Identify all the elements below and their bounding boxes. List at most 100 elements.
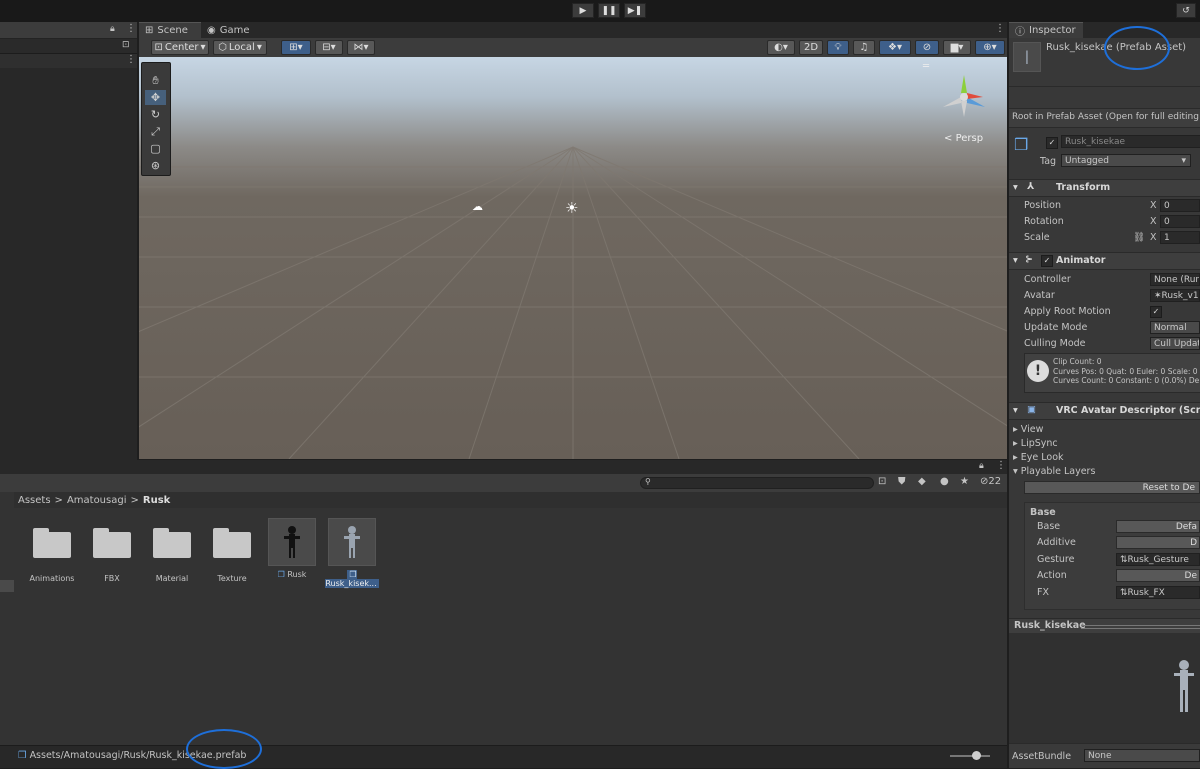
tag-dropdown[interactable]: Untagged ▾ — [1061, 154, 1191, 167]
fx-controller-field[interactable]: ⇅ Rusk_FX — [1116, 586, 1200, 599]
foldout-playable-layers[interactable]: ▾ Playable Layers — [1009, 464, 1200, 480]
asset-folder-material[interactable]: Material — [144, 518, 200, 583]
controller-field[interactable]: None (Runt — [1150, 273, 1200, 286]
camera-dropdown[interactable]: ▆▾ — [943, 40, 971, 55]
gizmos-dropdown[interactable]: ⊕▾ — [975, 40, 1005, 55]
animator-row-culling-mode: Culling Mode Cull Updat — [1024, 337, 1200, 350]
tab-game[interactable]: ◉ Game — [201, 22, 257, 38]
update-mode-dropdown[interactable]: Normal — [1150, 321, 1200, 334]
slider-thumb[interactable] — [972, 751, 981, 760]
preview-header[interactable]: Rusk_kisekae — [1009, 618, 1200, 633]
culling-mode-dropdown[interactable]: Cull Updat — [1150, 337, 1200, 350]
kebab-menu-icon[interactable]: ⋮ — [996, 460, 1006, 471]
toggle-2d-button[interactable]: 2D — [799, 40, 823, 55]
light-bulb-icon: 💡︎ — [834, 42, 842, 53]
step-button[interactable]: ▶❚ — [624, 3, 646, 18]
animator-enabled-checkbox[interactable]: ✓ — [1041, 255, 1053, 267]
pivot-mode-dropdown[interactable]: ⊡ Center ▾ — [151, 40, 209, 55]
link-icon[interactable]: ⛓ — [1133, 232, 1145, 243]
effects-dropdown[interactable]: ❖▾ — [879, 40, 911, 55]
grid-snap-button[interactable]: ⊞▾ — [281, 40, 311, 55]
project-folder-tree[interactable] — [0, 492, 14, 745]
chevron-down-icon: ▾ — [1181, 155, 1186, 166]
star-icon[interactable]: ★ — [960, 476, 969, 487]
search-type-icon[interactable]: ⊡ — [122, 40, 130, 50]
reset-to-default-button[interactable]: Reset to De — [1024, 481, 1200, 494]
object-name-field[interactable]: Rusk_kisekae — [1061, 135, 1200, 148]
rect-tool[interactable]: ▢ — [145, 141, 166, 156]
scene-menu-icon[interactable]: ⋮ — [995, 23, 1005, 34]
hidden-packages-toggle[interactable]: ⊘22 — [980, 476, 1001, 487]
gesture-controller-field[interactable]: ⇅ Rusk_Gesture — [1116, 553, 1200, 566]
asset-folder-animations[interactable]: Animations — [24, 518, 80, 583]
tab-scene[interactable]: ⊞ Scene — [139, 22, 201, 38]
search-by-type-icon[interactable]: ⊡ — [878, 476, 886, 487]
lock-icon[interactable]: 🔒︎ — [110, 24, 115, 34]
filter-by-label-icon[interactable]: ⛊ — [898, 476, 906, 487]
scale-tool[interactable]: ⤢ — [145, 124, 166, 139]
scene-menu-icon[interactable]: ⋮ — [126, 54, 136, 65]
breadcrumb-amatousagi[interactable]: Amatousagi — [67, 495, 127, 506]
hierarchy-scene-row[interactable]: ⋮ — [0, 54, 137, 68]
move-tool[interactable]: ✥ — [145, 90, 166, 105]
persp-label[interactable]: < Persp — [944, 133, 983, 144]
transform-tool[interactable]: ⊛ — [145, 158, 166, 173]
root-prefab-notice[interactable]: Root in Prefab Asset (Open for full edit… — [1009, 108, 1200, 128]
step-icon: ▶❚ — [627, 5, 643, 16]
orientation-gizmo[interactable] — [939, 71, 989, 121]
tab-inspector[interactable]: ⓘ Inspector — [1009, 22, 1083, 38]
rotation-x-field[interactable]: 0 — [1160, 215, 1200, 228]
action-default-button[interactable]: De — [1116, 569, 1200, 582]
asset-prefab-rusk[interactable]: ❒ Rusk — [264, 518, 320, 579]
lock-icon[interactable]: 🔒︎ — [979, 461, 984, 471]
cloud-gizmo-icon[interactable]: ☁ — [472, 200, 483, 213]
gizmo-menu-icon[interactable]: ═ — [923, 61, 929, 72]
asset-folder-texture[interactable]: Texture — [204, 518, 260, 583]
scene-viewport[interactable]: ☁ ☀ ═ < Persp — [139, 57, 1007, 459]
animator-header[interactable]: ▾ ⊱ ✓ Animator — [1009, 252, 1200, 270]
transform-header[interactable]: ▾ ⅄ Transform — [1009, 179, 1200, 197]
base-default-button[interactable]: Defa — [1116, 520, 1200, 533]
preview-area[interactable] — [1009, 633, 1200, 743]
draw-mode-dropdown[interactable]: ◐▾ — [767, 40, 795, 55]
position-x-field[interactable]: 0 — [1160, 199, 1200, 212]
project-search-input[interactable]: ⚲ — [640, 477, 874, 489]
layer-row-gesture: Gesture ⇅ Rusk_Gesture — [1009, 552, 1200, 568]
visibility-toggle[interactable]: ⊘ — [915, 40, 939, 55]
active-checkbox[interactable]: ✓ — [1046, 137, 1058, 149]
scene-tab-bar: ⊞ Scene ◉ Game ⋮ — [139, 22, 1007, 38]
kebab-menu-icon[interactable]: ⋮ — [126, 23, 136, 34]
hand-tool[interactable]: ✋︎ — [145, 73, 166, 88]
pivot-icon: ⊡ — [154, 42, 163, 53]
sun-light-icon[interactable]: ☀ — [565, 199, 578, 217]
project-asset-grid[interactable]: Animations FBX Material Texture ❒ Rusk ❒… — [14, 508, 1007, 745]
assetbundle-dropdown[interactable]: None — [1084, 749, 1200, 762]
saved-search-icon[interactable]: ● — [940, 476, 949, 487]
play-button[interactable]: ▶ — [572, 3, 594, 18]
lighting-toggle[interactable]: 💡︎ — [827, 40, 849, 55]
rotate-tool[interactable]: ↻ — [145, 107, 166, 122]
vrc-descriptor-header[interactable]: ▾ ▣ VRC Avatar Descriptor (Script) — [1009, 402, 1200, 420]
align-button[interactable]: ⋈▾ — [347, 40, 375, 55]
asset-prefab-rusk-kisekae[interactable]: ❒ Rusk_kisek... — [324, 518, 380, 588]
additive-default-button[interactable]: D — [1116, 536, 1200, 549]
asset-folder-fbx[interactable]: FBX — [84, 518, 140, 583]
breadcrumb-assets[interactable]: Assets — [18, 495, 51, 506]
pause-icon: ❚❚ — [601, 5, 617, 16]
drag-handle[interactable] — [1081, 625, 1200, 629]
inspector-tab-bar: ⓘ Inspector — [1009, 22, 1200, 38]
pause-button[interactable]: ❚❚ — [598, 3, 620, 18]
pivot-rotation-dropdown[interactable]: ⬡ Local ▾ — [213, 40, 267, 55]
history-button[interactable]: ↺ — [1176, 3, 1196, 18]
folder-tree-selected-row[interactable] — [0, 580, 14, 592]
thumbnail-size-slider[interactable] — [950, 755, 990, 757]
tag-icon[interactable]: ◆ — [918, 476, 926, 487]
increment-snap-button[interactable]: ⊟▾ — [315, 40, 343, 55]
hierarchy-search-row: ⊡ — [0, 39, 137, 54]
scale-x-field[interactable]: 1 — [1160, 231, 1200, 244]
avatar-field[interactable]: ✶ Rusk_v1. — [1150, 289, 1200, 302]
audio-toggle[interactable]: ♫ — [853, 40, 875, 55]
apply-root-motion-checkbox[interactable]: ✓ — [1150, 306, 1162, 318]
breadcrumb-rusk[interactable]: Rusk — [143, 495, 170, 506]
tag-label: Tag — [1040, 156, 1057, 167]
